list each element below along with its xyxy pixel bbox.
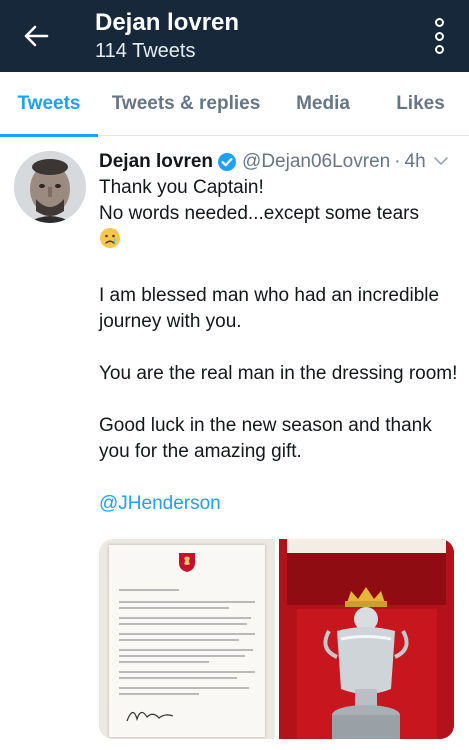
tab-tweets[interactable]: Tweets: [0, 72, 98, 137]
tweet[interactable]: Dejan lovren @Dejan06Lovren · 4h Thank y…: [0, 137, 469, 750]
back-button[interactable]: [14, 16, 58, 56]
tab-media[interactable]: Media: [274, 72, 372, 136]
tweet-author-handle[interactable]: @Dejan06Lovren: [242, 151, 390, 173]
tweet-timestamp[interactable]: 4h: [405, 151, 426, 173]
tweet-media-grid: [99, 539, 454, 739]
profile-header-text: Dejan lovren 114 Tweets: [95, 8, 239, 64]
verified-badge-icon: [217, 152, 237, 172]
tweet-text-line: You are the real man in the dressing roo…: [99, 363, 458, 384]
tweet-text-line: Good luck in the new season and thank yo…: [99, 415, 432, 462]
media-image-letter[interactable]: [99, 539, 275, 739]
more-dot-icon: [434, 31, 444, 41]
tweet-text: Thank you Captain! No words needed...exc…: [99, 175, 459, 517]
profile-tabs: Tweets Tweets & replies Media Likes: [0, 72, 469, 137]
avatar[interactable]: [14, 151, 86, 223]
tab-likes[interactable]: Likes: [372, 72, 469, 136]
tweet-author-name[interactable]: Dejan lovren: [99, 151, 213, 173]
tweet-text-line: Thank you Captain!: [99, 177, 264, 198]
club-crest-icon: [179, 553, 195, 572]
avatar-portrait-icon: [14, 151, 86, 223]
tweet-count: 114 Tweets: [95, 40, 196, 62]
media-image-trophy[interactable]: [279, 539, 454, 739]
profile-name-title: Dejan lovren: [95, 9, 240, 36]
arrow-left-icon: [24, 25, 49, 47]
top-app-bar: Dejan lovren 114 Tweets: [0, 0, 469, 72]
tweet-text-line: No words needed...except some tears: [99, 203, 420, 224]
tweet-menu-chevron-down-icon[interactable]: [433, 153, 449, 175]
more-dot-icon: [434, 45, 444, 54]
tweet-text-line: I am blessed man who had an incredible j…: [99, 285, 440, 332]
tweet-header: Dejan lovren @Dejan06Lovren · 4h: [99, 149, 459, 175]
mention-link[interactable]: @JHenderson: [99, 493, 221, 514]
signature-icon: [126, 711, 174, 722]
letter-paper: [109, 545, 265, 737]
separator-dot: ·: [394, 151, 401, 172]
crying-face-emoji-icon: [99, 227, 121, 257]
tab-tweets-and-replies[interactable]: Tweets & replies: [98, 72, 274, 136]
trophy-photo-icon: [279, 539, 454, 739]
more-options-button[interactable]: [427, 18, 451, 54]
more-dot-icon: [434, 18, 444, 27]
